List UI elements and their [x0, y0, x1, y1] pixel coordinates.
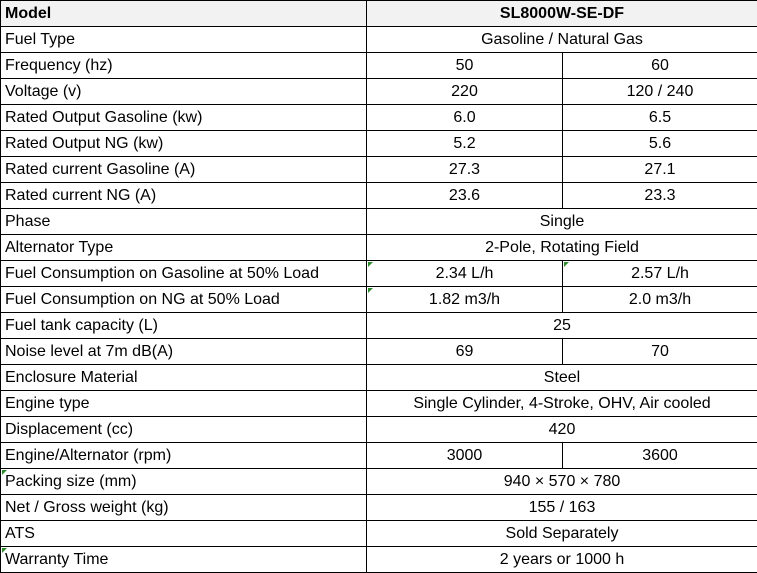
row-value-50hz: 220	[366, 78, 563, 105]
row-value: Gasoline / Natural Gas	[366, 26, 757, 53]
row-value-50hz: 6.0	[366, 104, 563, 131]
row-value-50hz: 2.34 L/h	[366, 260, 563, 287]
row-value-60hz: 70	[562, 338, 757, 365]
row-value: 420	[366, 416, 757, 443]
row-value-50hz: 69	[366, 338, 563, 365]
table-row: Phase Single	[0, 208, 757, 235]
row-label: Alternator Type	[0, 234, 367, 261]
row-value: 25	[366, 312, 757, 339]
row-value-50hz: 50	[366, 52, 563, 79]
table-row: Fuel Type Gasoline / Natural Gas	[0, 26, 757, 53]
table-row: Packing size (mm) 940 × 570 × 780	[0, 468, 757, 495]
row-label: Rated Output Gasoline (kw)	[0, 104, 367, 131]
row-value-50hz: 1.82 m3/h	[366, 286, 563, 313]
table-row: Enclosure Material Steel	[0, 364, 757, 391]
row-label: Engine/Alternator (rpm)	[0, 442, 367, 469]
row-value-60hz: 6.5	[562, 104, 757, 131]
table-row: Voltage (v) 220 120 / 240	[0, 78, 757, 105]
table-row: Alternator Type 2-Pole, Rotating Field	[0, 234, 757, 261]
table-row: Net / Gross weight (kg) 155 / 163	[0, 494, 757, 521]
table-row: Noise level at 7m dB(A) 69 70	[0, 338, 757, 365]
table-row: Warranty Time 2 years or 1000 h	[0, 546, 757, 573]
row-label: Enclosure Material	[0, 364, 367, 391]
table-row: Rated current Gasoline (A) 27.3 27.1	[0, 156, 757, 183]
row-value-50hz: 27.3	[366, 156, 563, 183]
spec-table: Model SL8000W-SE-DF Fuel Type Gasoline /…	[0, 0, 757, 573]
row-value-60hz: 5.6	[562, 130, 757, 157]
row-label: Warranty Time	[0, 546, 367, 573]
row-value-60hz: 2.57 L/h	[562, 260, 757, 287]
table-row: Displacement (cc) 420	[0, 416, 757, 443]
row-value: 2 years or 1000 h	[366, 546, 757, 573]
row-value-60hz: 23.3	[562, 182, 757, 209]
row-label: Frequency (hz)	[0, 52, 367, 79]
row-label: Fuel tank capacity (L)	[0, 312, 367, 339]
model-name: SL8000W-SE-DF	[366, 0, 757, 27]
table-row: Rated Output Gasoline (kw) 6.0 6.5	[0, 104, 757, 131]
row-value: 2-Pole, Rotating Field	[366, 234, 757, 261]
table-row: Rated Output NG (kw) 5.2 5.6	[0, 130, 757, 157]
row-value-60hz: 3600	[562, 442, 757, 469]
table-row: Engine type Single Cylinder, 4-Stroke, O…	[0, 390, 757, 417]
row-label: Rated Output NG (kw)	[0, 130, 367, 157]
table-row: Frequency (hz) 50 60	[0, 52, 757, 79]
table-row: Fuel tank capacity (L) 25	[0, 312, 757, 339]
row-label: Noise level at 7m dB(A)	[0, 338, 367, 365]
row-value-50hz: 5.2	[366, 130, 563, 157]
row-label: Phase	[0, 208, 367, 235]
row-value: Steel	[366, 364, 757, 391]
row-value-60hz: 27.1	[562, 156, 757, 183]
row-value-60hz: 120 / 240	[562, 78, 757, 105]
row-value-60hz: 60	[562, 52, 757, 79]
row-label: Displacement (cc)	[0, 416, 367, 443]
row-label: ATS	[0, 520, 367, 547]
row-label: Packing size (mm)	[0, 468, 367, 495]
row-label: Net / Gross weight (kg)	[0, 494, 367, 521]
row-label: Voltage (v)	[0, 78, 367, 105]
table-row: ATS Sold Separately	[0, 520, 757, 547]
row-value: 155 / 163	[366, 494, 757, 521]
row-value-60hz: 2.0 m3/h	[562, 286, 757, 313]
table-row: Fuel Consumption on Gasoline at 50% Load…	[0, 260, 757, 287]
table-row: Fuel Consumption on NG at 50% Load 1.82 …	[0, 286, 757, 313]
row-value: Sold Separately	[366, 520, 757, 547]
row-label: Engine type	[0, 390, 367, 417]
row-value: Single	[366, 208, 757, 235]
row-label: Fuel Consumption on NG at 50% Load	[0, 286, 367, 313]
row-label: Fuel Consumption on Gasoline at 50% Load	[0, 260, 367, 287]
row-label: Rated current NG (A)	[0, 182, 367, 209]
row-value-50hz: 3000	[366, 442, 563, 469]
row-label: Fuel Type	[0, 26, 367, 53]
row-value: 940 × 570 × 780	[366, 468, 757, 495]
row-label: Rated current Gasoline (A)	[0, 156, 367, 183]
header-label: Model	[0, 0, 367, 27]
row-value-50hz: 23.6	[366, 182, 563, 209]
table-header-row: Model SL8000W-SE-DF	[0, 0, 757, 27]
table-row: Engine/Alternator (rpm) 3000 3600	[0, 442, 757, 469]
row-value: Single Cylinder, 4-Stroke, OHV, Air cool…	[366, 390, 757, 417]
table-row: Rated current NG (A) 23.6 23.3	[0, 182, 757, 209]
